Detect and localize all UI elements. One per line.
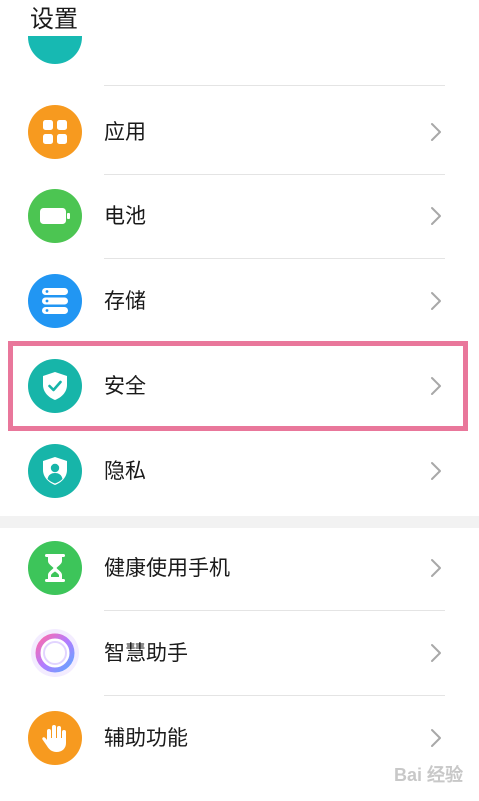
settings-item-apps[interactable]: 应用 (0, 89, 479, 175)
chevron-right-icon (431, 462, 441, 480)
settings-item-label: 智慧助手 (104, 641, 188, 665)
chevron-right-icon (431, 123, 441, 141)
settings-item-privacy[interactable]: 隐私 (0, 428, 479, 514)
hourglass-icon (28, 541, 82, 595)
chevron-right-icon (431, 644, 441, 662)
divider (104, 85, 445, 86)
settings-item-partial[interactable] (0, 36, 479, 86)
settings-item-label: 辅助功能 (104, 726, 188, 750)
apps-grid-icon (28, 105, 82, 159)
assistant-ring-icon (28, 626, 82, 680)
settings-item-security[interactable]: 安全 (0, 343, 479, 429)
settings-item-digital-balance[interactable]: 健康使用手机 (0, 525, 479, 611)
chevron-right-icon (431, 292, 441, 310)
settings-item-storage[interactable]: 存储 (0, 258, 479, 344)
chevron-right-icon (431, 377, 441, 395)
chevron-right-icon (431, 559, 441, 577)
settings-item-battery[interactable]: 电池 (0, 173, 479, 259)
battery-icon (28, 189, 82, 243)
settings-item-label: 存储 (104, 289, 146, 313)
settings-item-label: 健康使用手机 (104, 556, 230, 580)
settings-item-label: 隐私 (104, 459, 146, 483)
settings-item-label: 电池 (104, 204, 146, 228)
chevron-right-icon (431, 729, 441, 747)
watermark: Bai 经验 (393, 765, 463, 785)
settings-item-label: 安全 (104, 374, 146, 398)
settings-item-label: 应用 (104, 120, 146, 144)
chevron-right-icon (431, 207, 441, 225)
partial-row-icon (28, 36, 82, 64)
storage-icon (28, 274, 82, 328)
shield-check-icon (28, 359, 82, 413)
privacy-user-icon (28, 444, 82, 498)
hand-icon (28, 711, 82, 765)
page-title: 设置 (30, 5, 78, 33)
settings-item-assistant[interactable]: 智慧助手 (0, 610, 479, 696)
